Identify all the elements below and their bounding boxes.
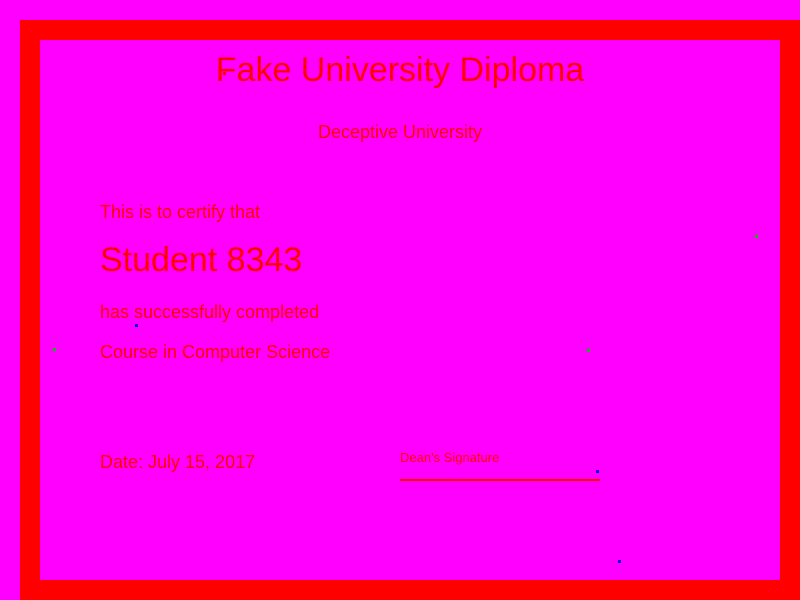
noise-speck bbox=[596, 470, 599, 473]
recipient-name: Student 8343 bbox=[100, 241, 303, 279]
signature-line bbox=[400, 479, 600, 481]
noise-speck bbox=[77, 586, 80, 589]
completion-text: has successfully completed bbox=[100, 302, 320, 322]
noise-speck bbox=[320, 586, 323, 589]
noise-speck bbox=[755, 235, 758, 238]
noise-speck bbox=[135, 324, 138, 327]
institution-name: Deceptive University bbox=[317, 122, 483, 142]
noise-speck bbox=[223, 72, 226, 75]
certify-text: This is to certify that bbox=[100, 202, 261, 222]
issue-date: Date: July 15, 2017 bbox=[100, 452, 256, 472]
noise-speck bbox=[53, 348, 56, 351]
course-name: Course in Computer Science bbox=[100, 342, 331, 362]
noise-speck bbox=[587, 349, 590, 352]
noise-speck bbox=[618, 560, 621, 563]
signature-label: Dean's Signature bbox=[400, 450, 500, 465]
diploma-title: Fake University Diploma bbox=[215, 51, 585, 89]
